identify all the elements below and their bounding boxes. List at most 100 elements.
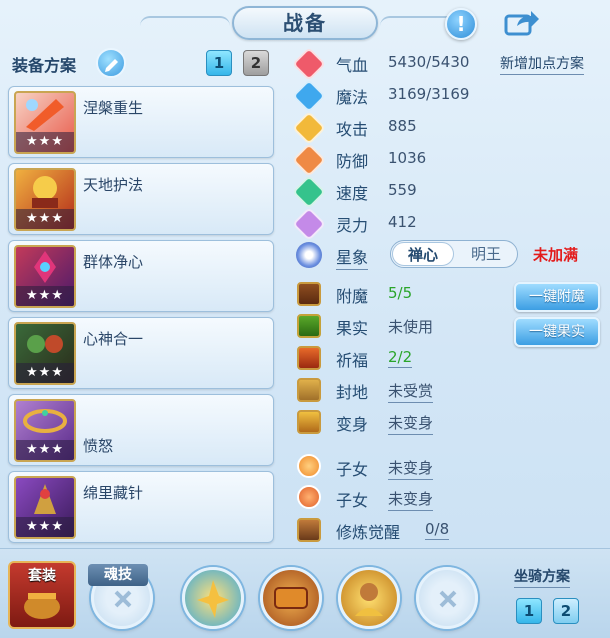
mount-plan-label[interactable]: 坐骑方案 — [514, 566, 570, 588]
equipment-plan-label: 装备方案 — [12, 56, 77, 75]
skill-icon-purify: ★★★ — [14, 245, 76, 308]
extra-label-fief: 封地 — [336, 383, 369, 402]
heart-icon — [292, 47, 326, 81]
info-button[interactable]: ! — [445, 8, 477, 40]
empty-slot-icon — [114, 590, 132, 608]
extra-label-cultivation: 修炼觉醒 — [336, 523, 401, 542]
star-sign-icon — [296, 242, 322, 268]
skill-icon-rage: ★★★ — [14, 399, 76, 462]
plan-tab-2[interactable]: 2 — [243, 50, 269, 76]
skill-stars: ★★★ — [16, 132, 74, 152]
shield-icon — [292, 143, 326, 177]
cauldron-icon — [24, 593, 60, 619]
mount-tab-1[interactable]: 1 — [516, 598, 542, 624]
transform-icon — [297, 410, 321, 434]
dancer-icon — [197, 580, 229, 618]
skill-card[interactable]: ★★★ 愤怒 — [8, 394, 274, 466]
add-points-plan-link[interactable]: 新增加点方案 — [500, 53, 584, 75]
skill-icon-nirvana: ★★★ — [14, 91, 76, 154]
star-option-chanxin[interactable]: 禅心 — [392, 242, 454, 266]
spirit-icon — [292, 207, 326, 241]
extra-value-enchant: 5/5 — [388, 284, 413, 302]
mount-tab-2[interactable]: 2 — [553, 598, 579, 624]
suit-button[interactable]: 套装 — [8, 561, 76, 629]
star-sign-label[interactable]: 星象 — [336, 244, 369, 270]
extra-value-fief[interactable]: 未受赏 — [388, 380, 434, 403]
extra-value-fruit: 未使用 — [388, 318, 434, 336]
soul-skill-label: 魂技 — [88, 564, 148, 586]
extra-label-child-2: 子女 — [336, 491, 369, 510]
star-sign-status: 未加满 — [533, 246, 579, 264]
extra-value-blessing[interactable]: 2/2 — [388, 348, 413, 368]
skill-stars: ★★★ — [16, 363, 74, 383]
skill-name: 群体净心 — [83, 253, 144, 271]
skill-stars: ★★★ — [16, 286, 74, 306]
magic-drop-icon — [292, 79, 326, 113]
stat-label-mp: 魔法 — [336, 88, 369, 107]
stat-value-hp: 5430/5430 — [388, 53, 470, 71]
soul-skill-slot-1[interactable] — [182, 567, 244, 629]
share-icon — [504, 11, 539, 36]
star-option-mingwang[interactable]: 明王 — [455, 242, 517, 266]
warrior-icon — [355, 583, 383, 616]
skill-icon-needle: ★★★ — [14, 476, 76, 539]
stat-value-mp: 3169/3169 — [388, 85, 470, 103]
skill-stars: ★★★ — [16, 440, 74, 460]
stat-label-speed: 速度 — [336, 184, 369, 203]
skill-card[interactable]: ★★★ 群体净心 — [8, 240, 274, 312]
stat-value-speed: 559 — [388, 181, 417, 199]
title-decoration-left — [140, 16, 230, 28]
extra-value-cultivation[interactable]: 0/8 — [425, 520, 450, 540]
extra-value-transform[interactable]: 未变身 — [388, 412, 434, 435]
skill-name: 天地护法 — [83, 176, 144, 194]
star-sign-toggle[interactable]: 禅心 明王 — [390, 240, 518, 268]
skill-icon-guardian: ★★★ — [14, 168, 76, 231]
skill-card[interactable]: ★★★ 心神合一 — [8, 317, 274, 389]
stat-label-attack: 攻击 — [336, 120, 369, 139]
child-icon — [297, 485, 321, 509]
extra-label-blessing: 祈福 — [336, 351, 369, 370]
fruit-icon — [297, 314, 321, 338]
stat-value-spirit: 412 — [388, 213, 417, 231]
skill-icon-unity: ★★★ — [14, 322, 76, 385]
sword-icon — [292, 111, 326, 145]
stat-label-defense: 防御 — [336, 152, 369, 171]
battle-prep-panel: 战备 ! 装备方案 1 2 ★★★ 涅槃重生 ★★★ 天地护法 ★★★ 群体净心… — [0, 0, 610, 638]
blessing-icon — [297, 346, 321, 370]
cultivation-icon — [297, 518, 321, 542]
stat-label-hp: 气血 — [336, 56, 369, 75]
skill-name: 心神合一 — [83, 330, 144, 348]
skill-name: 涅槃重生 — [83, 99, 144, 117]
skill-card[interactable]: ★★★ 涅槃重生 — [8, 86, 274, 158]
skill-card[interactable]: ★★★ 天地护法 — [8, 163, 274, 235]
child-icon — [297, 454, 321, 478]
plan-tab-1[interactable]: 1 — [206, 50, 232, 76]
extra-label-transform: 变身 — [336, 415, 369, 434]
skill-name: 绵里藏针 — [83, 484, 144, 502]
one-click-fruit-button[interactable]: 一键果实 — [514, 317, 600, 347]
scroll-icon — [274, 587, 308, 609]
skill-stars: ★★★ — [16, 209, 74, 229]
stat-label-spirit: 灵力 — [336, 216, 369, 235]
extra-label-child-1: 子女 — [336, 460, 369, 479]
extra-value-child-1[interactable]: 未变身 — [388, 457, 434, 480]
skill-card[interactable]: ★★★ 绵里藏针 — [8, 471, 274, 543]
empty-slot-icon — [439, 590, 457, 608]
extra-label-enchant: 附魔 — [336, 287, 369, 306]
stat-value-defense: 1036 — [388, 149, 427, 167]
fief-icon — [297, 378, 321, 402]
extra-label-fruit: 果实 — [336, 319, 369, 338]
enchant-icon — [297, 282, 321, 306]
soul-skill-slot-2[interactable] — [260, 567, 322, 629]
lightning-icon — [292, 175, 326, 209]
one-click-enchant-button[interactable]: 一键附魔 — [514, 282, 600, 312]
soul-skill-slot-empty[interactable] — [416, 567, 478, 629]
stat-value-attack: 885 — [388, 117, 417, 135]
soul-skill-slot-3[interactable] — [338, 567, 400, 629]
skill-name: 愤怒 — [83, 437, 114, 455]
page-title: 战备 — [232, 6, 378, 40]
extra-value-child-2[interactable]: 未变身 — [388, 488, 434, 511]
share-button[interactable] — [503, 8, 541, 38]
edit-plan-button[interactable] — [96, 48, 126, 78]
pencil-icon — [105, 59, 118, 72]
